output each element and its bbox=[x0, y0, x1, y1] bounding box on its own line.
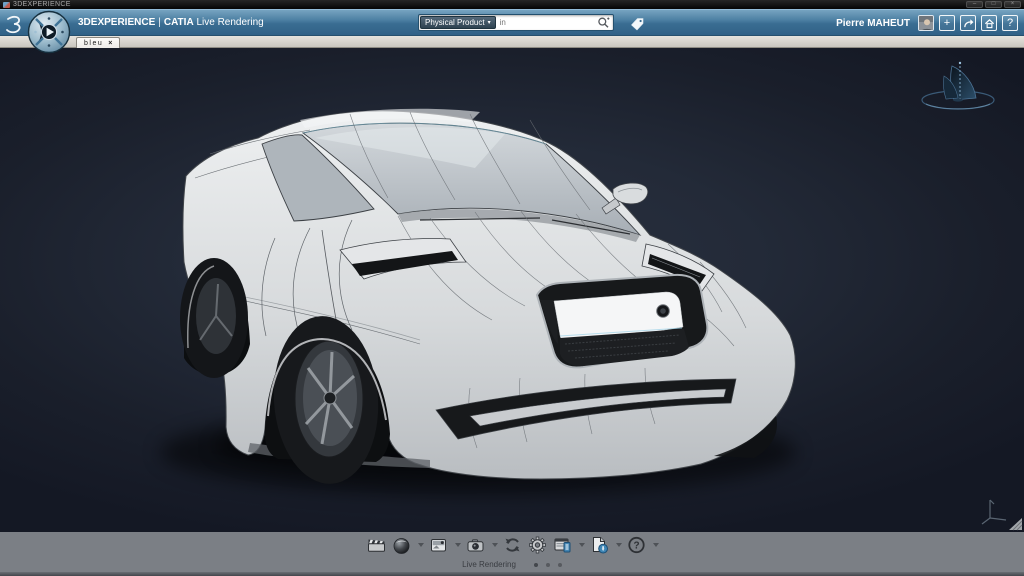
tab-strip: bleu × bbox=[0, 36, 1024, 48]
help-icon: ? bbox=[626, 535, 647, 555]
window-titlebar: 3DEXPERIENCE – □ × bbox=[0, 0, 1024, 9]
capture-dropdown-caret[interactable] bbox=[492, 543, 498, 547]
tab-label: bleu bbox=[84, 40, 103, 47]
animation-clapper-button[interactable] bbox=[366, 535, 387, 555]
resize-grip[interactable] bbox=[1007, 516, 1023, 531]
chevron-down-icon: ▾ bbox=[488, 20, 491, 26]
home-button[interactable] bbox=[981, 15, 997, 31]
search-input[interactable] bbox=[497, 18, 597, 27]
3ds-logo-icon[interactable] bbox=[5, 14, 25, 34]
help-toolbar-button[interactable]: ? bbox=[626, 535, 647, 555]
user-name[interactable]: Pierre MAHEUT bbox=[836, 18, 910, 29]
rendering-settings-button[interactable] bbox=[527, 535, 548, 555]
export-button[interactable] bbox=[589, 535, 610, 555]
view-navigation-compass[interactable] bbox=[914, 60, 1000, 116]
background-image-icon bbox=[428, 535, 449, 555]
minimize-button[interactable]: – bbox=[966, 1, 983, 8]
app-header: 3DEXPERIENCE|CATIA Live Rendering Physic… bbox=[0, 9, 1024, 36]
render-output-panel-icon bbox=[552, 535, 573, 555]
environment-dropdown-caret[interactable] bbox=[418, 543, 424, 547]
clapperboard-icon bbox=[366, 535, 387, 555]
tab-close-icon[interactable]: × bbox=[108, 40, 112, 47]
home-icon bbox=[984, 18, 995, 29]
svg-text:?: ? bbox=[633, 541, 639, 552]
brand-app-suffix: Live Rendering bbox=[196, 17, 263, 28]
car-model-render[interactable] bbox=[0, 48, 1024, 532]
search-icon[interactable] bbox=[597, 16, 610, 29]
dock-dot[interactable] bbox=[534, 563, 538, 567]
camera-icon bbox=[465, 535, 486, 555]
brand-product: 3DEXPERIENCE bbox=[78, 17, 155, 28]
background-button[interactable] bbox=[428, 535, 449, 555]
help-dropdown-caret[interactable] bbox=[653, 543, 659, 547]
tag-icon[interactable] bbox=[630, 17, 645, 31]
share-button[interactable] bbox=[960, 15, 976, 31]
user-avatar[interactable] bbox=[918, 15, 934, 31]
brand-separator: | bbox=[158, 17, 161, 28]
environment-button[interactable] bbox=[391, 535, 412, 555]
question-icon: ? bbox=[1007, 18, 1013, 29]
3dexperience-compass[interactable] bbox=[27, 9, 71, 55]
dock-dot[interactable] bbox=[558, 563, 562, 567]
bottom-bar: ? Live Rendering bbox=[0, 532, 1024, 576]
export-document-icon bbox=[589, 535, 610, 555]
plus-icon: + bbox=[944, 18, 950, 29]
refresh-arrows-icon bbox=[502, 535, 523, 555]
app-icon bbox=[3, 2, 10, 8]
background-dropdown-caret[interactable] bbox=[455, 543, 461, 547]
update-rendering-button[interactable] bbox=[502, 535, 523, 555]
status-app-label: Live Rendering bbox=[462, 560, 516, 569]
help-button[interactable]: ? bbox=[1002, 15, 1018, 31]
share-arrow-icon bbox=[963, 18, 974, 29]
window-controls: – □ × bbox=[966, 1, 1021, 8]
avatar-photo-icon bbox=[919, 16, 934, 31]
action-bar: ? bbox=[0, 534, 1024, 556]
render-output-button[interactable] bbox=[552, 535, 573, 555]
gear-icon bbox=[527, 535, 548, 555]
3d-viewport[interactable] bbox=[0, 48, 1024, 532]
app-brand: 3DEXPERIENCE|CATIA Live Rendering bbox=[78, 17, 264, 28]
status-row: Live Rendering bbox=[0, 558, 1024, 571]
dock-dot[interactable] bbox=[546, 563, 550, 567]
tab-bleu[interactable]: bleu × bbox=[76, 37, 120, 48]
search-scope-dropdown[interactable]: Physical Product ▾ bbox=[420, 16, 496, 29]
window-title: 3DEXPERIENCE bbox=[13, 0, 71, 9]
search-scope-label: Physical Product bbox=[425, 18, 485, 27]
brand-app: CATIA bbox=[164, 17, 194, 28]
search-bar[interactable]: Physical Product ▾ bbox=[418, 14, 614, 31]
add-content-button[interactable]: + bbox=[939, 15, 955, 31]
environment-sphere-icon bbox=[391, 535, 412, 555]
render-output-dropdown-caret[interactable] bbox=[579, 543, 585, 547]
maximize-button[interactable]: □ bbox=[985, 1, 1002, 8]
capture-button[interactable] bbox=[465, 535, 486, 555]
export-dropdown-caret[interactable] bbox=[616, 543, 622, 547]
dock-page-dots bbox=[534, 563, 562, 567]
close-button[interactable]: × bbox=[1004, 1, 1021, 8]
user-area: Pierre MAHEUT + ? bbox=[836, 15, 1018, 31]
window-bottom-edge bbox=[0, 572, 1024, 576]
